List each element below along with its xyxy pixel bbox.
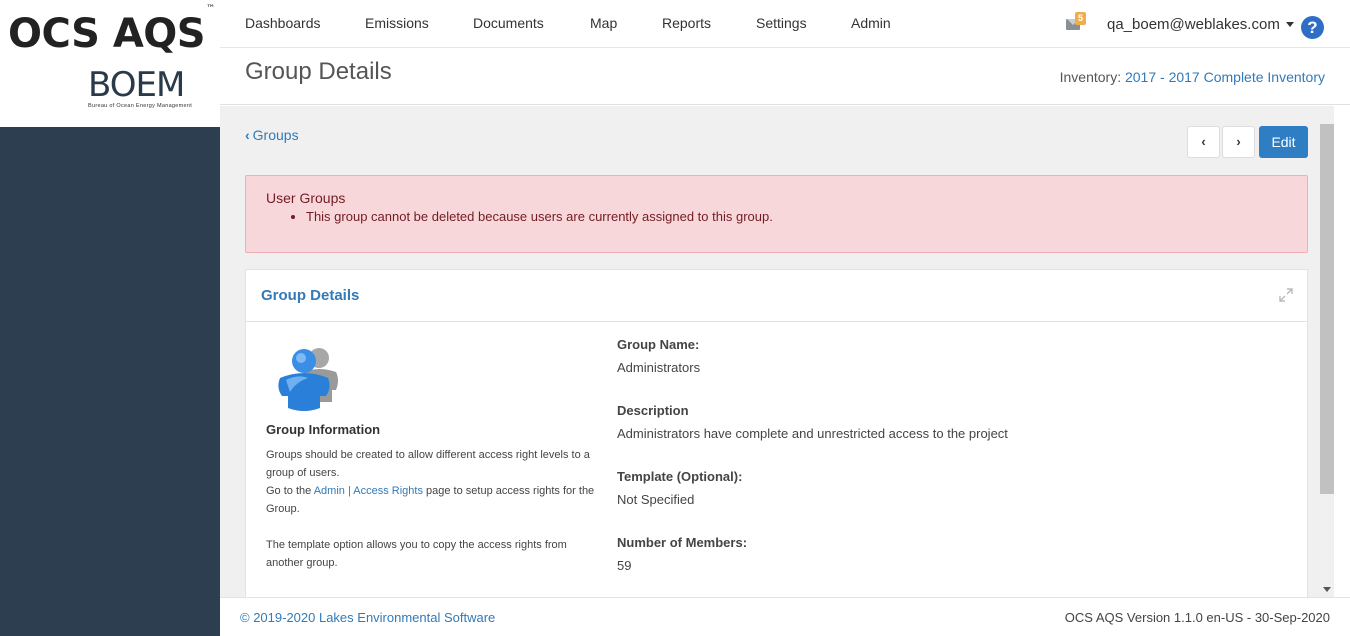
footer: © 2019-2020 Lakes Environmental Software… (220, 597, 1350, 636)
nav-admin[interactable]: Admin (851, 15, 891, 31)
edit-button[interactable]: Edit (1259, 126, 1308, 158)
sidebar (0, 127, 220, 636)
user-email: qa_boem@weblakes.com (1107, 16, 1280, 33)
notifications-button[interactable]: 5 (1066, 12, 1092, 35)
group-users-icon (278, 348, 338, 411)
page-title: Group Details (245, 58, 392, 85)
info-paragraph: Groups should be created to allow differ… (266, 446, 596, 518)
nav-dashboards[interactable]: Dashboards (245, 15, 321, 31)
logo-area: OCS AQS™ BOEM Bureau of Ocean Energy Man… (0, 0, 220, 127)
nav-documents[interactable]: Documents (473, 15, 544, 31)
caret-down-icon (1285, 22, 1294, 27)
alert-list: This group cannot be deleted because use… (306, 209, 1287, 224)
inventory-selector: Inventory: 2017 - 2017 Complete Inventor… (1060, 69, 1325, 85)
inventory-label: Inventory: (1059, 69, 1122, 85)
previous-record-button[interactable]: ‹ (1187, 126, 1220, 158)
group-information-text: Groups should be created to allow differ… (266, 446, 596, 590)
boem-logo-text: BOEM (88, 65, 185, 105)
error-alert: User Groups This group cannot be deleted… (245, 175, 1308, 253)
expand-icon[interactable] (1279, 288, 1293, 302)
page-header: Group Details Inventory: 2017 - 2017 Com… (220, 48, 1350, 105)
alert-message: This group cannot be deleted because use… (306, 209, 1287, 224)
template-label: Template (Optional): (617, 469, 743, 484)
access-rights-link[interactable]: Access Rights (353, 485, 423, 497)
scroll-down-arrow-icon[interactable] (1323, 587, 1331, 592)
description-value: Administrators have complete and unrestr… (617, 426, 1008, 441)
top-nav: Dashboards Emissions Documents Map Repor… (220, 0, 1350, 48)
info-text: Go to the (266, 485, 314, 497)
version-text: OCS AQS Version 1.1.0 en-US - 30-Sep-202… (1064, 610, 1330, 625)
chevron-left-icon: ‹ (245, 127, 250, 143)
group-name-label: Group Name: (617, 337, 700, 352)
trademark: ™ (206, 3, 215, 14)
member-count-value: 59 (617, 558, 632, 573)
notification-badge: 5 (1075, 12, 1087, 25)
group-details-panel: Group Details Group Information Groups s… (245, 269, 1308, 597)
back-to-groups-link[interactable]: ‹ Groups (245, 127, 299, 143)
user-menu[interactable]: qa_boem@weblakes.com (1107, 16, 1294, 33)
back-label: Groups (252, 127, 299, 143)
next-record-button[interactable]: › (1222, 126, 1255, 158)
copyright-link[interactable]: © 2019-2020 Lakes Environmental Software (240, 610, 495, 625)
scrollbar-thumb[interactable] (1320, 124, 1334, 494)
vertical-scrollbar[interactable] (1320, 106, 1334, 597)
question-circle-icon[interactable]: ? (1301, 16, 1324, 39)
panel-title: Group Details (261, 287, 360, 304)
nav-reports[interactable]: Reports (662, 15, 711, 31)
boem-logo: BOEM Bureau of Ocean Energy Management (88, 68, 206, 116)
nav-settings[interactable]: Settings (756, 15, 807, 31)
admin-link[interactable]: Admin (314, 485, 345, 497)
template-value: Not Specified (617, 492, 695, 507)
group-name-value: Administrators (617, 360, 701, 375)
group-information-title: Group Information (266, 422, 381, 437)
link-separator: | (344, 485, 354, 497)
inventory-link[interactable]: 2017 - 2017 Complete Inventory (1125, 69, 1325, 85)
description-label: Description (617, 403, 689, 418)
boem-logo-subtitle: Bureau of Ocean Energy Management (88, 103, 193, 109)
app-logo-text: OCS AQS (8, 11, 206, 57)
info-paragraph: The template option allows you to copy t… (266, 539, 567, 569)
info-text: Groups should be created to allow differ… (266, 449, 590, 479)
alert-title: User Groups (266, 190, 346, 206)
member-count-label: Number of Members: (617, 535, 748, 550)
main-content: ‹Groups ‹ › Edit User Groups This group … (220, 106, 1320, 597)
nav-emissions[interactable]: Emissions (365, 15, 429, 31)
panel-header: Group Details (246, 270, 1307, 322)
app-logo[interactable]: OCS AQS™ (8, 4, 215, 57)
nav-map[interactable]: Map (590, 15, 617, 31)
